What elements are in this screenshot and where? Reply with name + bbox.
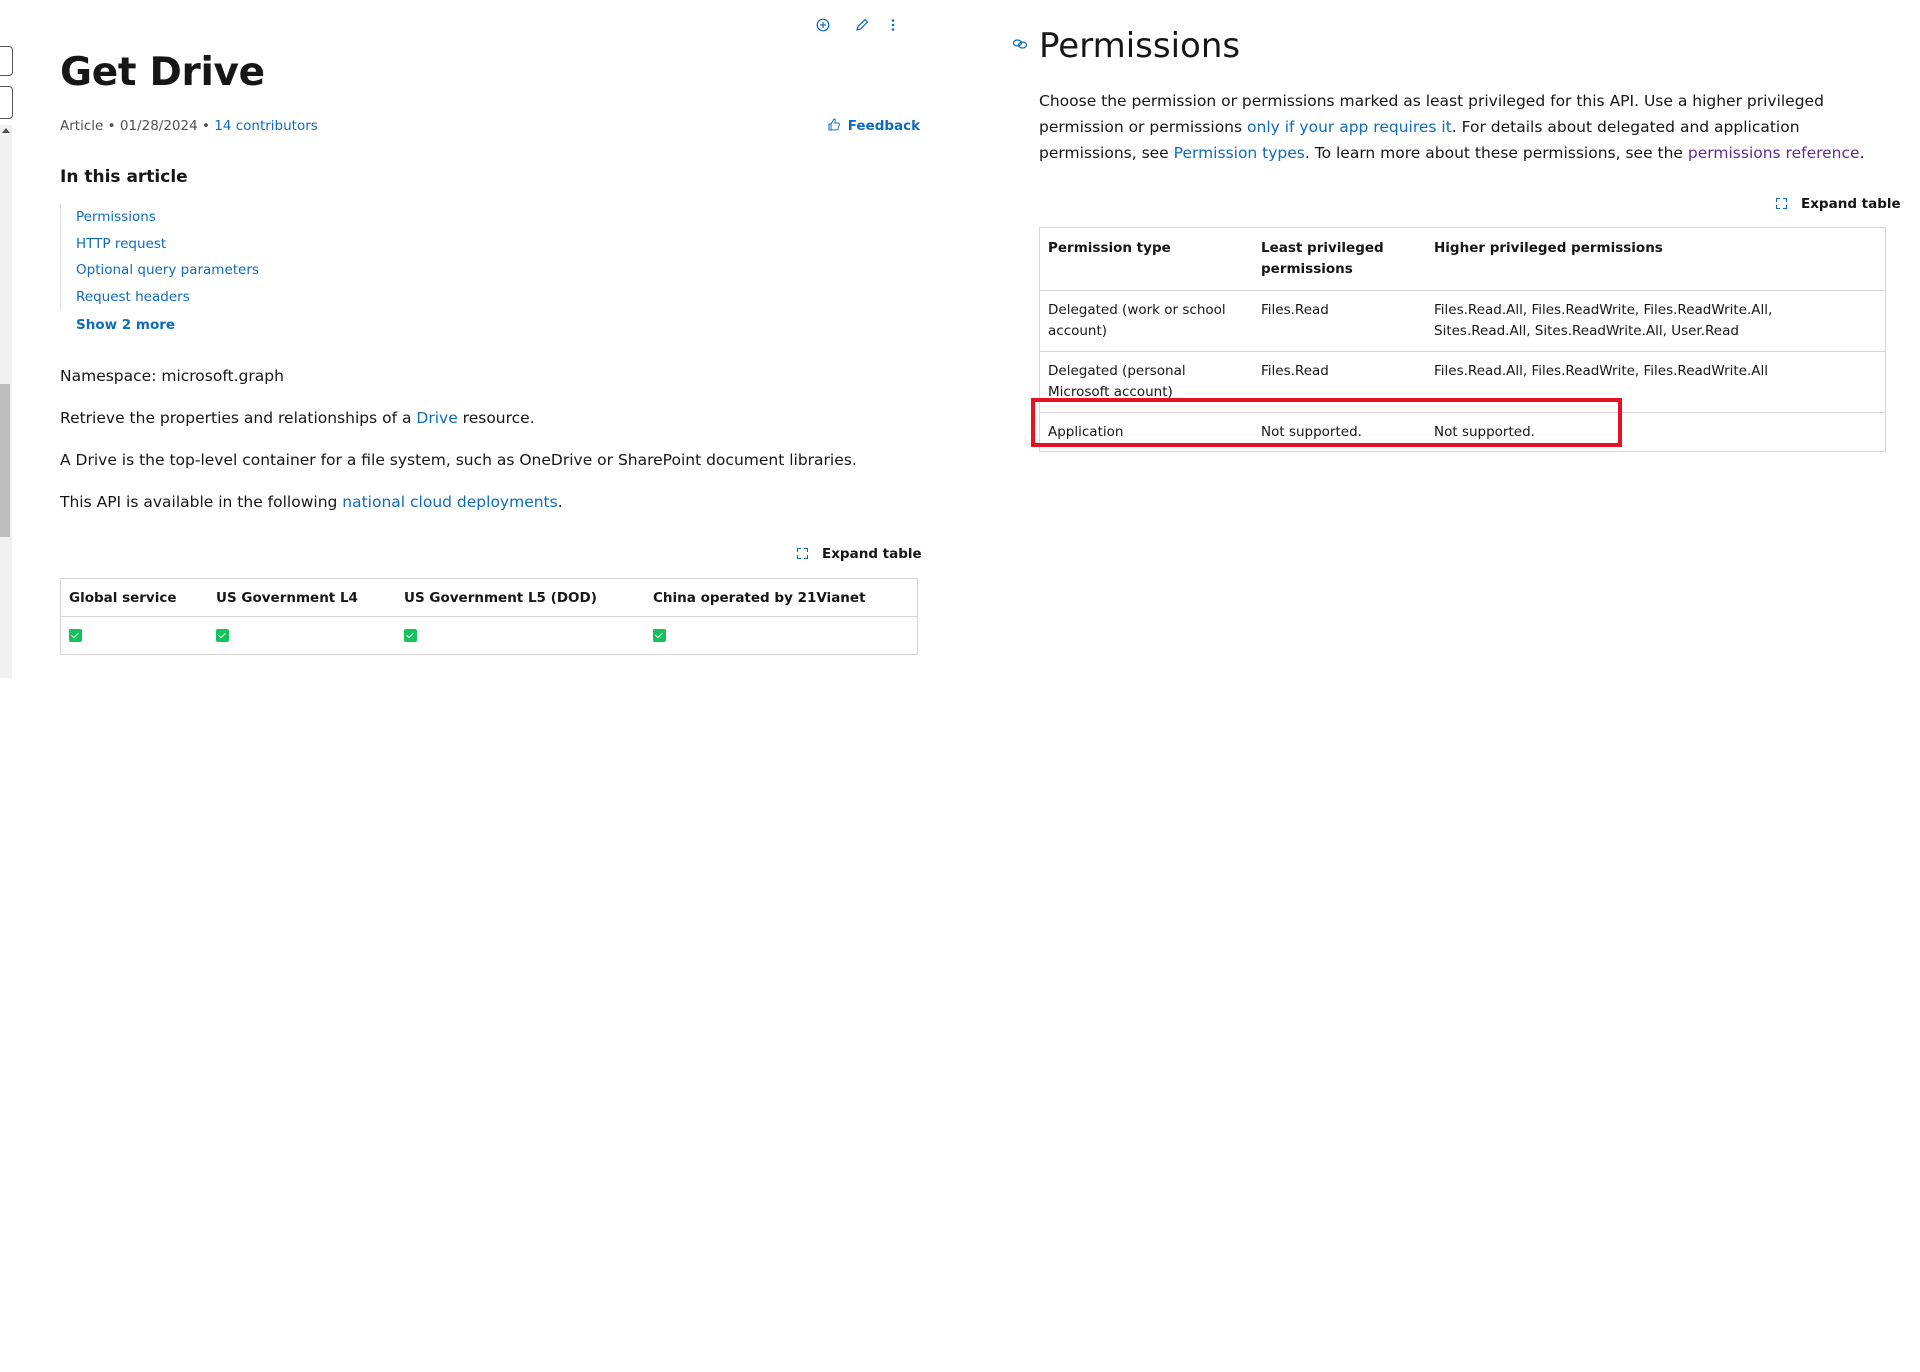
column-header: Permission type [1039, 227, 1253, 291]
table-cell: Delegated (work or school account) [1039, 290, 1253, 352]
table-cell [396, 617, 645, 655]
more-vertical-icon[interactable] [890, 18, 896, 37]
cut-off-input-1[interactable] [0, 46, 13, 76]
check-icon [69, 629, 82, 642]
column-header: US Government L5 (DOD) [396, 578, 645, 617]
table-header-row: Global service US Government L4 US Gover… [60, 578, 918, 617]
table-header-row: Permission type Least privileged permiss… [1039, 227, 1886, 291]
only-if-required-link[interactable]: only if your app requires it [1247, 118, 1452, 136]
expand-table-button[interactable]: Expand table [797, 546, 922, 562]
text: . To learn more about these permissions,… [1304, 144, 1688, 162]
table-row: Delegated (work or school account) Files… [1039, 290, 1886, 352]
table-row: Delegated (personal Microsoft account) F… [1039, 351, 1886, 413]
column-header: Least privileged permissions [1253, 227, 1426, 291]
expand-icon [1776, 198, 1787, 209]
drive-definition-paragraph: A Drive is the top-level container for a… [60, 451, 857, 469]
meta-separator: • [201, 118, 215, 134]
in-this-article-heading: In this article [60, 167, 188, 187]
toc-item-permissions[interactable]: Permissions [76, 204, 259, 231]
table-cell [208, 617, 396, 655]
scrollbar-track[interactable] [0, 125, 12, 678]
table-cell: Files.Read [1253, 290, 1426, 352]
table-cell: Not supported. [1434, 424, 1535, 440]
feedback-label: Feedback [847, 118, 921, 134]
check-icon [404, 629, 417, 642]
in-this-article-nav: Permissions HTTP request Optional query … [60, 204, 259, 310]
expand-permissions-table-button[interactable]: Expand table [1776, 196, 1901, 212]
national-cloud-table: Global service US Government L4 US Gover… [60, 578, 918, 655]
namespace-text: Namespace: microsoft.graph [60, 367, 284, 385]
permissions-reference-link[interactable]: permissions reference [1688, 144, 1860, 162]
text: . [557, 493, 563, 511]
table-cell [61, 617, 209, 655]
cut-off-input-2[interactable] [0, 86, 13, 119]
column-header: Global service [60, 578, 208, 617]
permission-types-link[interactable]: Permission types [1174, 144, 1305, 162]
pencil-icon[interactable] [855, 18, 869, 37]
toc-item-optional-query-parameters[interactable]: Optional query parameters [76, 257, 259, 284]
column-header: Higher privileged permissions [1426, 227, 1886, 291]
table-cell: Files.Read.All, Files.ReadWrite, Files.R… [1426, 290, 1886, 352]
thumbs-up-icon [828, 118, 848, 134]
expand-table-label: Expand table [822, 546, 922, 562]
table-cell: Not supported. [1261, 424, 1362, 440]
check-icon [216, 629, 229, 642]
expand-table-label: Expand table [1801, 196, 1901, 212]
expand-icon [797, 548, 808, 559]
table-cell [645, 617, 918, 655]
toc-item-http-request[interactable]: HTTP request [76, 231, 259, 258]
check-icon [653, 629, 666, 642]
article-actions [810, 18, 910, 38]
table-cell: Files.Read.All, Files.ReadWrite, Files.R… [1426, 351, 1886, 413]
toc-item-request-headers[interactable]: Request headers [76, 284, 259, 311]
description-paragraph: Retrieve the properties and relationship… [60, 409, 535, 427]
table-cell: Delegated (personal Microsoft account) [1039, 351, 1253, 413]
text: Retrieve the properties and relationship… [60, 409, 417, 427]
circle-plus-icon[interactable] [816, 18, 830, 37]
column-header: US Government L4 [208, 578, 396, 617]
show-more-button[interactable]: Show 2 more [76, 317, 175, 333]
national-cloud-link[interactable]: national cloud deployments [342, 493, 557, 511]
text: This API is available in the following [60, 493, 343, 511]
table-cell: Application [1048, 424, 1124, 440]
anchor-link-icon[interactable] [1012, 38, 1028, 54]
column-header: China operated by 21Vianet [645, 578, 918, 617]
article-type: Article [60, 118, 104, 134]
table-cell: Files.Read [1253, 351, 1426, 413]
scroll-up-arrow-icon[interactable] [2, 128, 10, 133]
permissions-table: Permission type Least privileged permiss… [1039, 227, 1886, 452]
meta-separator: • [107, 118, 120, 134]
table-row [61, 617, 918, 655]
page-title: Get Drive [60, 50, 265, 95]
permissions-intro: Choose the permission or permissions mar… [1039, 88, 1889, 166]
article-date: 01/28/2024 [119, 118, 198, 134]
table-row: Application Not supported. Not supported… [1040, 413, 1886, 452]
text: . [1859, 144, 1865, 162]
article-meta: Article • 01/28/2024 • 14 contributors [60, 118, 318, 134]
feedback-button[interactable]: Feedback [828, 118, 920, 134]
text: resource. [457, 409, 535, 427]
contributors-link[interactable]: 14 contributors [214, 118, 318, 134]
drive-link[interactable]: Drive [416, 409, 457, 427]
permissions-heading: Permissions [1039, 26, 1241, 66]
scrollbar-thumb[interactable] [0, 384, 10, 537]
availability-paragraph: This API is available in the following n… [60, 493, 563, 511]
